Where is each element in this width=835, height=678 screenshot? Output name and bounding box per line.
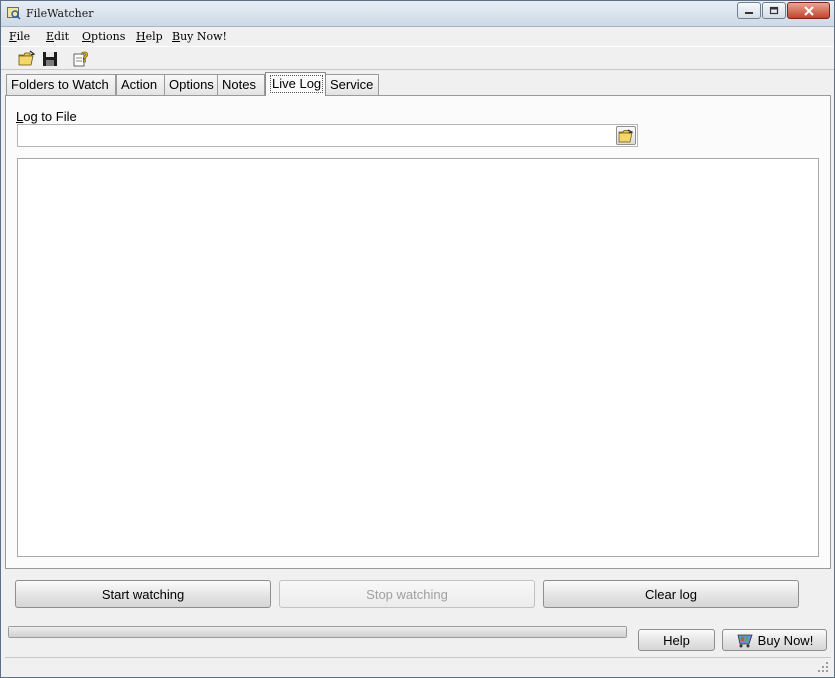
log-file-path-input[interactable] [17,124,638,147]
main-window: FileWatcher File Edit Options Help Buy N… [0,0,835,678]
close-button[interactable] [787,2,830,19]
help-button[interactable]: Help [638,629,715,651]
menu-bar: File Edit Options Help Buy Now! [1,28,834,46]
tab-action[interactable]: Action [116,74,165,95]
tab-service[interactable]: Service [325,74,379,95]
log-to-file-label: Log to File [16,109,77,124]
tab-options[interactable]: Options [164,74,218,95]
toolbar-save-button[interactable] [41,50,59,68]
minimize-icon [745,11,753,14]
open-folder-icon [18,50,36,66]
clear-log-button[interactable]: Clear log [543,580,799,608]
progress-bar [8,626,627,638]
menu-file[interactable]: File [9,30,30,43]
toolbar-help-button[interactable]: ? [72,50,90,68]
maximize-button[interactable] [762,2,786,19]
buy-now-button[interactable]: Buy Now! [722,629,827,651]
title-bar[interactable]: FileWatcher [1,1,834,27]
open-folder-icon [618,129,634,142]
menu-edit[interactable]: Edit [46,30,69,43]
save-icon [43,52,57,66]
minimize-button[interactable] [737,2,761,19]
shopping-icon [737,634,753,648]
menu-buy-now[interactable]: Buy Now! [172,30,227,43]
tab-live-log[interactable]: Live Log [265,72,326,96]
help-icon: ? [73,51,89,67]
resize-grip-icon[interactable] [817,661,829,673]
status-bar [5,657,831,675]
browse-log-file-button[interactable] [616,126,636,145]
window-controls [737,2,830,19]
live-log-panel: Log to File [5,95,831,569]
live-log-output[interactable] [17,158,819,557]
app-icon [7,7,21,20]
maximize-icon [769,6,779,15]
menu-help[interactable]: Help [136,30,163,43]
tab-notes[interactable]: Notes [217,74,265,95]
menu-options[interactable]: Options [82,30,125,43]
close-icon [803,5,814,16]
progress-fill [9,627,626,637]
buy-now-label: Buy Now! [757,632,814,648]
start-watching-button[interactable]: Start watching [15,580,271,608]
stop-watching-button[interactable]: Stop watching [279,580,535,608]
toolbar: ? [1,46,834,70]
toolbar-open-button[interactable] [18,50,36,68]
svg-text:?: ? [81,51,89,66]
window-title: FileWatcher [26,7,94,20]
tab-folders-to-watch[interactable]: Folders to Watch [6,74,116,95]
